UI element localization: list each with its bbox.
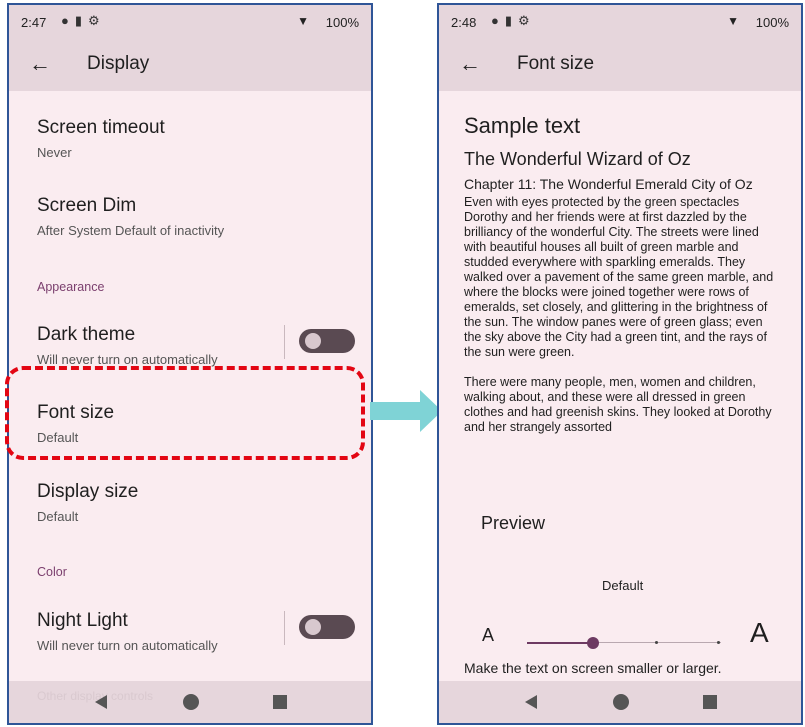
chapter-title: Chapter 11: The Wonderful Emerald City o…: [464, 176, 753, 192]
setting-subtitle: Will never turn on automatically: [37, 638, 218, 653]
setting-night-light[interactable]: Night Light Will never turn on automatic…: [37, 610, 218, 653]
slider-step-dot: [655, 641, 658, 644]
back-arrow-icon[interactable]: ←: [29, 51, 51, 77]
nav-home-icon[interactable]: [613, 694, 629, 710]
page-title: Display: [87, 53, 150, 74]
status-time: 2:48: [451, 15, 477, 30]
sample-text-heading: Sample text: [464, 113, 581, 138]
status-bar: 2:48 ●▮⚙ ▼ 100%: [439, 5, 801, 39]
navigation-bar: [439, 681, 801, 723]
page-title: Font size: [517, 53, 595, 74]
sample-paragraph: Even with eyes protected by the green sp…: [464, 195, 774, 359]
status-time: 2:47: [21, 15, 47, 30]
setting-dark-theme[interactable]: Dark theme Will never turn on automatica…: [37, 324, 218, 367]
app-bar: ← Display: [9, 39, 371, 91]
setting-title: Screen timeout: [37, 117, 165, 138]
navigation-bar: Other display controls: [9, 681, 371, 723]
nav-home-icon[interactable]: [183, 694, 199, 710]
preview-label: Preview: [481, 513, 546, 533]
slider-fill: [527, 642, 593, 644]
font-size-slider[interactable]: [527, 636, 721, 650]
right-arrow-icon: [370, 390, 442, 432]
app-bar: ← Font size: [439, 39, 801, 91]
notification-icons: ●▮⚙: [61, 13, 106, 28]
smaller-font-icon[interactable]: A: [482, 625, 494, 646]
night-light-toggle[interactable]: [299, 615, 355, 639]
sample-paragraph: There were many people, men, women and c…: [464, 375, 772, 434]
setting-subtitle: Will never turn on automatically: [37, 352, 218, 367]
battery-level: 100%: [755, 15, 789, 30]
current-size-label: Default: [602, 578, 644, 593]
back-arrow-icon[interactable]: ←: [459, 51, 481, 77]
wifi-icon: ▼: [727, 14, 739, 28]
nav-back-icon[interactable]: [95, 695, 107, 709]
setting-screen-dim[interactable]: Screen Dim After System Default of inact…: [37, 195, 224, 238]
slider-step-dot: [717, 641, 720, 644]
book-title: The Wonderful Wizard of Oz: [464, 149, 691, 169]
setting-display-size[interactable]: Display size Default: [37, 481, 138, 524]
dark-theme-toggle[interactable]: [299, 329, 355, 353]
setting-screen-timeout[interactable]: Screen timeout Never: [37, 117, 165, 160]
slider-thumb[interactable]: [587, 637, 599, 649]
larger-font-icon[interactable]: A: [750, 617, 769, 649]
battery-level: 100%: [325, 15, 359, 30]
nav-recents-icon[interactable]: [703, 695, 717, 709]
status-bar: 2:47 ●▮⚙ ▼ 100%: [9, 5, 371, 39]
setting-title: Display size: [37, 481, 139, 502]
nav-recents-icon[interactable]: [273, 695, 287, 709]
sample-text-area: Sample text The Wonderful Wizard of Oz C…: [464, 113, 782, 435]
section-appearance: Appearance: [37, 280, 105, 294]
setting-title: Screen Dim: [37, 195, 137, 216]
display-settings-screen: 2:47 ●▮⚙ ▼ 100% ← Display Screen timeout…: [7, 3, 373, 725]
section-color: Color: [37, 565, 67, 579]
wifi-icon: ▼: [297, 14, 309, 28]
font-size-hint: Make the text on screen smaller or large…: [464, 660, 722, 676]
setting-title: Dark theme: [37, 324, 136, 345]
divider: [284, 325, 285, 359]
nav-back-icon[interactable]: [525, 695, 537, 709]
setting-subtitle: After System Default of inactivity: [37, 223, 225, 238]
font-size-highlight-box: [5, 366, 365, 460]
setting-subtitle: Never: [37, 145, 72, 160]
notification-icons: ●▮⚙: [491, 13, 536, 28]
divider: [284, 611, 285, 645]
font-size-screen: 2:48 ●▮⚙ ▼ 100% ← Font size Sample text …: [437, 3, 803, 725]
setting-subtitle: Default: [37, 509, 79, 524]
setting-title: Night Light: [37, 610, 128, 631]
